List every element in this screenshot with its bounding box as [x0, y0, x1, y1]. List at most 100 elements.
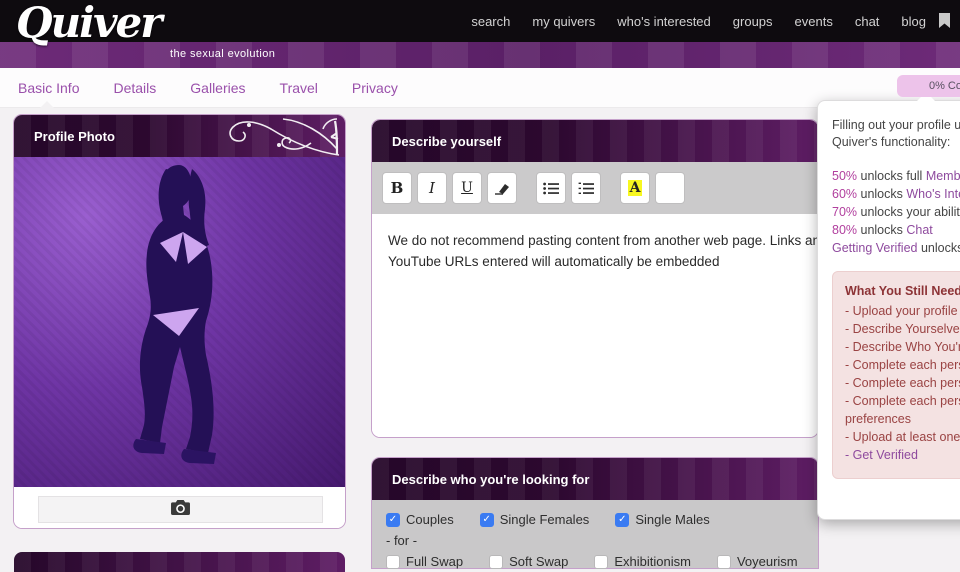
nav-chat[interactable]: chat	[855, 14, 880, 29]
profile-photo-placeholder-image[interactable]	[14, 157, 345, 487]
checkbox-single-males[interactable]: ✓ Single Males	[615, 512, 709, 527]
profile-photo-panel: Profile Photo	[14, 115, 345, 528]
bold-button[interactable]: B	[382, 172, 412, 204]
checkbox-box-couples: ✓	[386, 513, 400, 527]
unlock-text: unlocks	[857, 187, 906, 201]
nav-blog[interactable]: blog	[901, 14, 926, 29]
checkbox-box-single-males: ✓	[615, 513, 629, 527]
todo-item-5: - Complete each person's	[845, 374, 960, 392]
checkbox-couples[interactable]: ✓ Couples	[386, 512, 454, 527]
italic-button[interactable]: I	[417, 172, 447, 204]
unlock-line-1: 50% unlocks full Membership	[832, 167, 960, 185]
unlock-list: 50% unlocks full Membership 60% unlocks W…	[832, 167, 960, 257]
profile-photo-title: Profile Photo	[34, 129, 115, 144]
ordered-list-icon	[578, 182, 594, 195]
unlock-text: unlocks your ability to	[857, 205, 960, 219]
unlock-text: unlocks	[857, 223, 906, 237]
remove-format-icon	[494, 181, 510, 195]
checkbox-label-couples: Couples	[406, 512, 454, 527]
unlock-line-3: 70% unlocks your ability to	[832, 203, 960, 221]
completion-badge[interactable]: 0% Complete	[897, 75, 960, 97]
underline-button[interactable]: U	[452, 172, 482, 204]
unlock-link-who-s-interested[interactable]: Who's Interested	[906, 187, 960, 201]
todo-item-4: - Complete each person's	[845, 356, 960, 374]
todo-item-6: - Complete each person's	[845, 392, 960, 410]
looking-for-header: Describe who you're looking for	[372, 458, 818, 500]
nav-events[interactable]: events	[795, 14, 833, 29]
checkbox-label-voyeurism: Voyeurism	[737, 554, 798, 569]
nav-my-quivers[interactable]: my quivers	[532, 14, 595, 29]
tab-privacy[interactable]: Privacy	[352, 80, 398, 96]
unlock-line-4: 80% unlocks Chat	[832, 221, 960, 239]
checkbox-full-swap[interactable]: Full Swap	[386, 554, 463, 569]
top-nav: search my quivers who's interested groups ev…	[471, 0, 926, 42]
looking-for-panel: Describe who you're looking for ✓ Couples…	[372, 458, 818, 568]
describe-yourself-header: Describe yourself	[372, 120, 818, 162]
tab-galleries[interactable]: Galleries	[190, 80, 245, 96]
checkbox-label-soft-swap: Soft Swap	[509, 554, 568, 569]
todo-title: What You Still Need To Do	[845, 284, 960, 298]
nav-groups[interactable]: groups	[733, 14, 773, 29]
checkbox-label-single-males: Single Males	[635, 512, 709, 527]
blank-button[interactable]	[655, 172, 685, 204]
todo-item-2: - Describe Yourselves	[845, 320, 960, 338]
checkbox-soft-swap[interactable]: Soft Swap	[489, 554, 568, 569]
popover-intro-line1: Filling out your profile unlocks	[832, 117, 960, 134]
checkbox-exhibitionism[interactable]: Exhibitionism	[594, 554, 691, 569]
underline-icon: U	[461, 180, 473, 196]
profile-photo-footer	[14, 487, 345, 528]
unordered-list-icon	[543, 182, 559, 195]
checkbox-box-exhibitionism	[594, 555, 608, 569]
todo-item-3: - Describe Who You're Looking For	[845, 338, 960, 356]
unlock-text: 80%	[832, 223, 857, 237]
nav-search[interactable]: search	[471, 14, 510, 29]
unlock-link-getting-verified[interactable]: Getting Verified	[832, 241, 917, 255]
unlock-text: 50%	[832, 169, 857, 183]
unlock-line-5: Getting Verified unlocks	[832, 239, 960, 257]
camera-icon	[171, 500, 190, 520]
editor-toolbar: BIU A	[372, 162, 818, 214]
popover-intro-line2: Quiver's functionality:	[832, 134, 960, 151]
bookmark-icon[interactable]	[939, 13, 950, 33]
upload-photo-button[interactable]	[38, 496, 323, 523]
brand-logo[interactable]: Quiver	[16, 2, 160, 44]
checkbox-label-exhibitionism: Exhibitionism	[614, 554, 691, 569]
looking-for-row1: ✓ Couples ✓Single Females ✓ Single Males	[386, 512, 818, 527]
editor-line-1: We do not recommend pasting content from…	[388, 230, 802, 251]
looking-for-title: Describe who you're looking for	[392, 472, 589, 487]
unlock-text: 60%	[832, 187, 857, 201]
describe-yourself-panel: Describe yourself BIU A We do not recomme…	[372, 120, 818, 437]
describe-yourself-title: Describe yourself	[392, 134, 501, 149]
text-color-button[interactable]: A	[620, 172, 650, 204]
looking-for-body: ✓ Couples ✓Single Females ✓ Single Males - f…	[372, 500, 818, 569]
todo-item-8: - Upload at least one photo	[845, 428, 960, 446]
tab-details[interactable]: Details	[113, 80, 156, 96]
text-color-icon: A	[628, 180, 643, 196]
checkbox-voyeurism[interactable]: Voyeurism	[717, 554, 798, 569]
checkbox-single-females[interactable]: ✓Single Females	[480, 512, 590, 527]
completion-popover: Filling out your profile unlocks Quiver'…	[817, 100, 960, 520]
tab-travel[interactable]: Travel	[280, 80, 318, 96]
next-panel-header	[14, 552, 345, 572]
nav-who-s-interested[interactable]: who's interested	[617, 14, 711, 29]
checkbox-box-soft-swap	[489, 555, 503, 569]
tab-basic-info[interactable]: Basic Info	[18, 80, 79, 96]
checkbox-box-full-swap	[386, 555, 400, 569]
todo-link-get-verified[interactable]: - Get Verified	[845, 446, 960, 464]
unlock-link-chat[interactable]: Chat	[906, 223, 932, 237]
remove-format-button[interactable]	[487, 172, 517, 204]
checkbox-label-full-swap: Full Swap	[406, 554, 463, 569]
for-separator: - for -	[386, 533, 818, 548]
unordered-list-button[interactable]	[536, 172, 566, 204]
active-tab-notch	[40, 101, 54, 108]
checkbox-box-voyeurism	[717, 555, 731, 569]
bold-icon: B	[391, 179, 404, 197]
todo-item-7: preferences	[845, 410, 960, 428]
unlock-link-membership[interactable]: Membership	[926, 169, 960, 183]
ordered-list-button[interactable]	[571, 172, 601, 204]
todo-box: What You Still Need To Do - Upload your …	[832, 271, 960, 479]
profile-tabs: Basic Info Details Galleries Travel Privacy	[0, 68, 960, 107]
profile-tabbar: Basic Info Details Galleries Travel Privacy	[0, 68, 960, 108]
brand-tagline: the sexual evolution	[170, 48, 275, 60]
describe-yourself-editor[interactable]: We do not recommend pasting content from…	[372, 214, 818, 437]
